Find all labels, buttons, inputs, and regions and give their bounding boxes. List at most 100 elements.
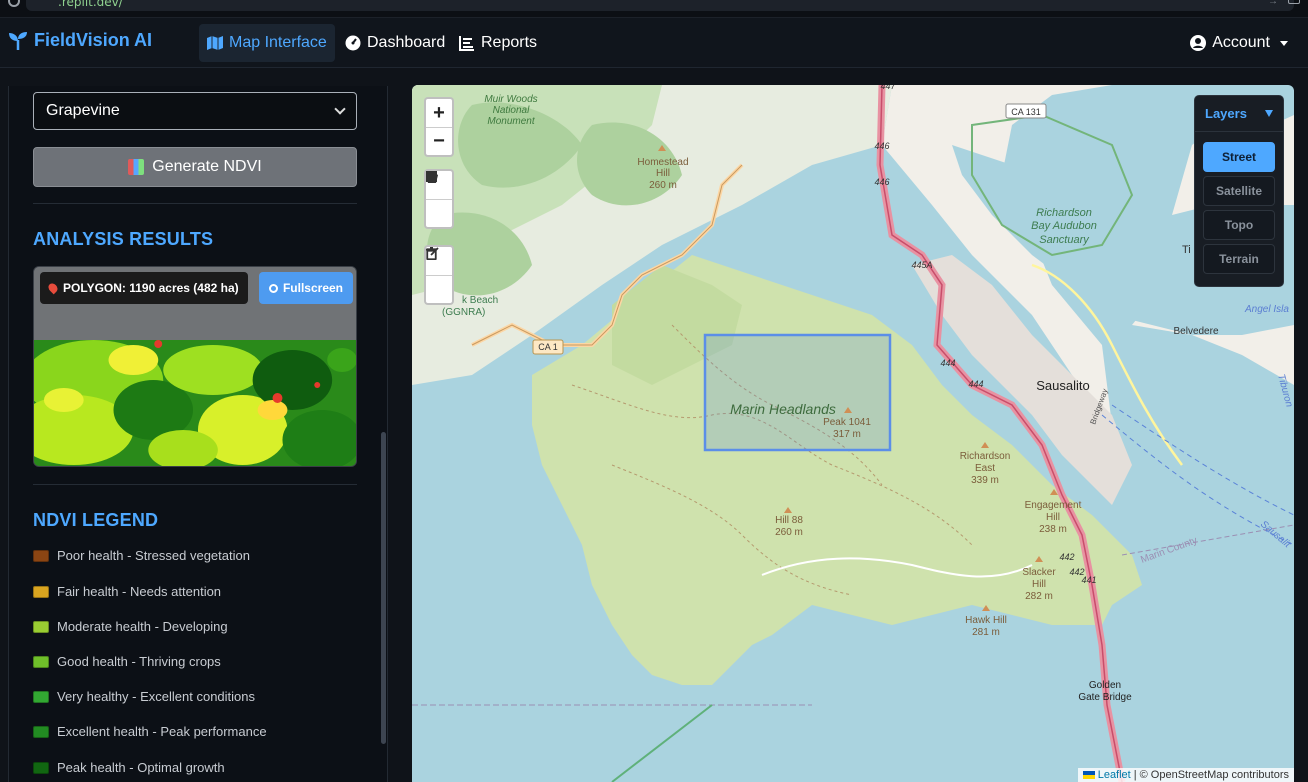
generate-ndvi-button[interactable]: Generate NDVI — [33, 147, 357, 187]
top-navbar: FieldVision AI Map Interface Dashboard R… — [0, 18, 1308, 68]
nav-label: Dashboard — [367, 34, 446, 51]
seedling-icon — [9, 31, 27, 50]
map-label: Gate Bridge — [1078, 692, 1132, 703]
ndvi-legend-title: NDVI LEGEND — [33, 510, 159, 530]
legend-label: Moderate health - Developing — [57, 619, 228, 634]
map-view[interactable]: Muir Woods National Monument Homestead H… — [412, 85, 1294, 782]
legend-label: Excellent health - Peak performance — [57, 724, 267, 739]
map-label: National — [493, 105, 530, 116]
triangle-down-icon — [1265, 110, 1273, 117]
map-label: 260 m — [649, 180, 677, 191]
legend-swatch — [33, 655, 49, 668]
map-label: Ti — [1182, 244, 1191, 256]
trash-icon — [426, 247, 437, 260]
zoom-in-button[interactable]: + — [426, 99, 452, 127]
road-label: 447 — [880, 85, 896, 91]
legend-label: Very healthy - Excellent conditions — [57, 689, 255, 704]
legend-label: Poor health - Stressed vegetation — [57, 548, 250, 563]
layer-topo-button[interactable]: Topo — [1203, 210, 1275, 240]
legend-item: Very healthy - Excellent conditions — [33, 689, 255, 704]
map-label: Muir Woods — [484, 94, 537, 105]
map-label: Hill 88 — [775, 515, 803, 526]
map-label: Homestead — [637, 157, 688, 168]
legend-swatch — [33, 620, 49, 633]
crop-select[interactable]: Grapevine — [33, 92, 357, 130]
legend-swatch — [33, 725, 49, 738]
nav-map-interface[interactable]: Map Interface — [199, 24, 335, 62]
chevron-down-icon — [1280, 40, 1288, 46]
account-label: Account — [1212, 34, 1270, 51]
gauge-icon — [345, 35, 361, 51]
layer-terrain-button[interactable]: Terrain — [1203, 244, 1275, 274]
legend-swatch — [33, 585, 49, 598]
nav-reports[interactable]: Reports — [451, 24, 545, 62]
legend-swatch — [33, 690, 49, 703]
map-label: Sausalito — [1036, 378, 1089, 393]
reload-icon[interactable] — [8, 0, 20, 7]
nav-label: Map Interface — [229, 34, 327, 51]
road-label: 442 — [1059, 552, 1074, 562]
map-label: Peak 1041 — [823, 417, 871, 428]
legend-swatch — [33, 549, 49, 562]
nav-dashboard[interactable]: Dashboard — [337, 24, 453, 62]
draw-toolbar — [424, 169, 454, 229]
url-text: .replit.dev/ — [58, 0, 123, 9]
layer-street-button[interactable]: Street — [1203, 142, 1275, 172]
ndvi-result-card: POLYGON: 1190 acres (482 ha) Fullscreen — [33, 266, 357, 467]
map-label: Angel Isla — [1244, 304, 1289, 315]
map-label: 339 m — [971, 475, 999, 486]
search-icon — [268, 283, 278, 293]
map-label: Slacker — [1022, 567, 1056, 578]
road-label: 444 — [940, 358, 955, 368]
road-label: 441 — [1081, 575, 1096, 585]
layer-satellite-button[interactable]: Satellite — [1203, 176, 1275, 206]
legend-item: Good health - Thriving crops — [33, 654, 221, 669]
legend-label: Fair health - Needs attention — [57, 584, 222, 599]
map-label: Monument — [487, 116, 535, 127]
legend-label: Good health - Thriving crops — [57, 654, 221, 669]
sidebar: Grapevine Generate NDVI ANALYSIS RESULTS — [8, 86, 388, 782]
layers-panel: Layers Street Satellite Topo Terrain — [1194, 95, 1284, 287]
bar-chart-icon — [459, 36, 474, 51]
zoom-out-button[interactable]: − — [426, 127, 452, 155]
flag-icon — [1082, 771, 1095, 779]
map-label: (GGNRA) — [442, 307, 485, 318]
fullscreen-button[interactable]: Fullscreen — [258, 272, 353, 304]
divider — [33, 203, 357, 204]
layers-toggle[interactable]: Layers — [1195, 96, 1283, 132]
map-label: East — [975, 463, 995, 474]
map-label: Bay Audubon — [1031, 220, 1097, 232]
map-label: Engagement — [1025, 500, 1082, 511]
map-label: 260 m — [775, 527, 803, 538]
legend-item: Excellent health - Peak performance — [33, 724, 267, 739]
draw-rectangle-button[interactable] — [426, 171, 452, 227]
account-menu[interactable]: Account — [1190, 34, 1288, 52]
road-label: 444 — [968, 379, 983, 389]
map-label: Hill — [1032, 579, 1046, 590]
brand[interactable]: FieldVision AI — [8, 30, 152, 51]
map-attribution: Leaflet | © OpenStreetMap contributors — [1077, 768, 1294, 782]
map-canvas[interactable]: Muir Woods National Monument Homestead H… — [412, 85, 1294, 782]
delete-layers-button[interactable] — [426, 247, 452, 303]
legend-item: Poor health - Stressed vegetation — [33, 548, 250, 563]
map-label: k Beach — [462, 295, 498, 306]
forward-arrow-icon[interactable]: → — [1268, 0, 1278, 7]
user-circle-icon — [1190, 35, 1207, 51]
sidebar-scrollbar[interactable] — [381, 432, 386, 744]
map-label: Richardson — [1036, 207, 1092, 219]
chart-icon — [128, 159, 145, 175]
road-label: 446 — [874, 141, 889, 151]
map-label: Sanctuary — [1039, 234, 1090, 246]
brand-name: FieldVision AI — [34, 30, 153, 50]
map-label: Belvedere — [1173, 326, 1218, 337]
polygon-area-badge: POLYGON: 1190 acres (482 ha) — [40, 272, 248, 304]
address-bar[interactable]: .replit.dev/ — [26, 0, 1294, 11]
leaflet-link[interactable]: Leaflet — [1098, 769, 1131, 781]
road-label: CA 1 — [538, 342, 558, 352]
zoom-control: + − — [424, 97, 454, 157]
chevron-down-icon — [334, 103, 346, 115]
crop-select-value: Grapevine — [46, 102, 120, 119]
screen-icon[interactable] — [1288, 0, 1300, 4]
legend-swatch — [33, 761, 49, 774]
polygon-area-text: POLYGON: 1190 acres (482 ha) — [63, 281, 239, 295]
